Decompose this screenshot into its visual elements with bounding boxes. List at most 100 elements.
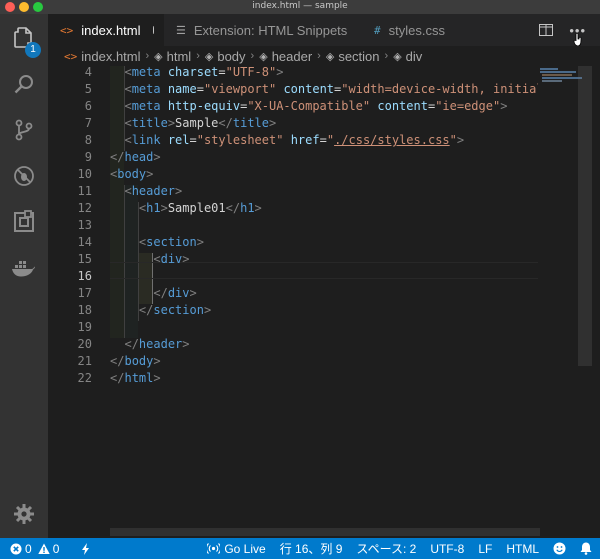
html-file-icon: <> [60, 23, 74, 37]
breadcrumb-header[interactable]: ◈ header [259, 49, 312, 64]
chevron-right-icon: › [250, 50, 255, 62]
breadcrumb-label: header [271, 48, 313, 64]
tab-index-html[interactable]: <> index.html [48, 14, 164, 46]
indentation[interactable]: スペース: 2 [356, 540, 416, 557]
unsaved-dot-icon[interactable] [152, 26, 154, 34]
problems-indicator[interactable]: 0 0 [10, 542, 59, 556]
line-number: 22 [77, 371, 92, 385]
code-line[interactable]: </head> [110, 149, 161, 166]
line-ending[interactable]: LF [478, 542, 492, 556]
line-number: 16 [77, 269, 92, 283]
go-live-button[interactable]: Go Live [207, 541, 266, 556]
editor-actions: ••• [530, 14, 600, 46]
gear-icon [14, 504, 34, 524]
chevron-right-icon: › [145, 50, 150, 62]
status-right: Go Live 行 16、列 9 スペース: 2 UTF-8 LF HTML [207, 538, 592, 559]
status-left: 0 0 [10, 538, 91, 559]
extension-page-icon: ☰ [176, 23, 186, 37]
tab-extension-html-snippets[interactable]: ☰ Extension: HTML Snippets [164, 14, 362, 46]
code-line[interactable]: <title>Sample</title> [110, 115, 276, 132]
element-icon: ◈ [154, 50, 163, 63]
breadcrumb-label: html [166, 48, 192, 64]
source-control-button[interactable] [0, 110, 48, 150]
element-icon: ◈ [393, 50, 402, 63]
tab-label: Extension: HTML Snippets [193, 22, 348, 38]
code-line[interactable]: <h1>Sample01</h1> [110, 200, 262, 217]
code-line[interactable]: <header> [110, 183, 182, 200]
html-file-icon: <> [64, 49, 78, 63]
code-line[interactable]: <meta charset="UTF-8"> [110, 66, 283, 81]
breadcrumb-section[interactable]: ◈ section [326, 49, 380, 64]
split-editor-icon[interactable] [539, 24, 554, 36]
code-line[interactable]: <section> [110, 234, 204, 251]
tab-styles-css[interactable]: # styles.css [362, 14, 472, 46]
feedback-smiley-icon[interactable] [553, 542, 566, 555]
chevron-right-icon: › [196, 50, 200, 62]
docker-icon [12, 261, 35, 277]
lightning-icon[interactable] [81, 542, 91, 555]
code-line[interactable]: <body> [110, 166, 153, 183]
element-icon: ◈ [325, 50, 335, 63]
manage-button[interactable] [0, 494, 48, 534]
breadcrumb-label: div [405, 48, 423, 64]
notifications-bell-icon[interactable] [580, 542, 592, 555]
line-number: 9 [84, 150, 92, 164]
code-line[interactable]: </section> [110, 302, 211, 319]
line-number: 12 [77, 201, 92, 215]
line-number: 7 [84, 116, 92, 130]
breadcrumb-body[interactable]: ◈ body [205, 49, 246, 64]
chevron-right-icon: › [384, 50, 389, 62]
search-icon [14, 75, 33, 94]
mouse-pointer-icon [573, 33, 582, 47]
code-line[interactable]: <div> [110, 251, 189, 268]
breadcrumb-label: body [217, 48, 246, 64]
tab-bar: <> index.html ☰ Extension: HTML Snippets… [48, 14, 600, 46]
code-line[interactable]: </html> [110, 370, 161, 387]
line-number: 14 [77, 235, 92, 249]
line-number: 6 [84, 99, 92, 113]
line-number: 18 [77, 303, 92, 317]
explorer-badge: 1 [25, 42, 41, 58]
element-icon: ◈ [204, 50, 214, 63]
breadcrumb-html[interactable]: ◈ html [154, 49, 191, 64]
cursor-position[interactable]: 行 16、列 9 [280, 540, 343, 557]
activity-bar: 1 [0, 14, 48, 538]
horizontal-scrollbar[interactable] [110, 528, 540, 536]
vertical-scrollbar[interactable] [578, 66, 592, 366]
go-live-label: Go Live [224, 541, 266, 556]
extensions-button[interactable] [0, 202, 48, 242]
extensions-icon [14, 210, 34, 232]
css-file-icon: # [374, 23, 381, 37]
code-line[interactable]: </body> [110, 353, 161, 370]
code-line[interactable]: </div> [110, 285, 196, 302]
line-number: 4 [84, 66, 92, 79]
explorer-button[interactable]: 1 [0, 18, 48, 58]
search-button[interactable] [0, 64, 48, 104]
line-number: 20 [77, 337, 92, 351]
code-editor[interactable]: 4 5 6 7 8 9 10 11 12 13 14 15 16 17 18 19 20 21 22 <meta c… [48, 66, 538, 538]
line-number: 17 [77, 286, 92, 300]
broadcast-icon [207, 543, 221, 554]
debug-button[interactable] [0, 156, 48, 196]
breadcrumb-label: section [338, 48, 380, 64]
code-line[interactable]: <meta http-equiv="X-UA-Compatible" conte… [110, 98, 507, 115]
code-line[interactable]: <link rel="stylesheet" href="./css/style… [110, 132, 464, 149]
warning-count: 0 [52, 541, 60, 556]
breadcrumb-div[interactable]: ◈ div [393, 49, 422, 64]
code-line[interactable]: </header> [110, 336, 189, 353]
warning-icon [37, 543, 50, 554]
language-mode[interactable]: HTML [506, 542, 539, 556]
window-titlebar: index.html — sample [0, 0, 600, 14]
breadcrumb: <> index.html › ◈ html › ◈ body › ◈ head… [48, 46, 600, 66]
docker-button[interactable] [0, 248, 48, 288]
line-number: 11 [77, 184, 92, 198]
error-icon [10, 543, 22, 554]
element-icon: ◈ [259, 50, 268, 63]
window-title: index.html — sample [252, 1, 348, 11]
encoding[interactable]: UTF-8 [430, 542, 464, 556]
breadcrumb-file[interactable]: <> index.html [64, 49, 141, 64]
tab-label: styles.css [388, 22, 445, 38]
debug-icon [14, 166, 34, 186]
code-line[interactable]: <meta name="viewport" content="width=dev… [110, 81, 538, 98]
line-number: 5 [84, 82, 92, 96]
